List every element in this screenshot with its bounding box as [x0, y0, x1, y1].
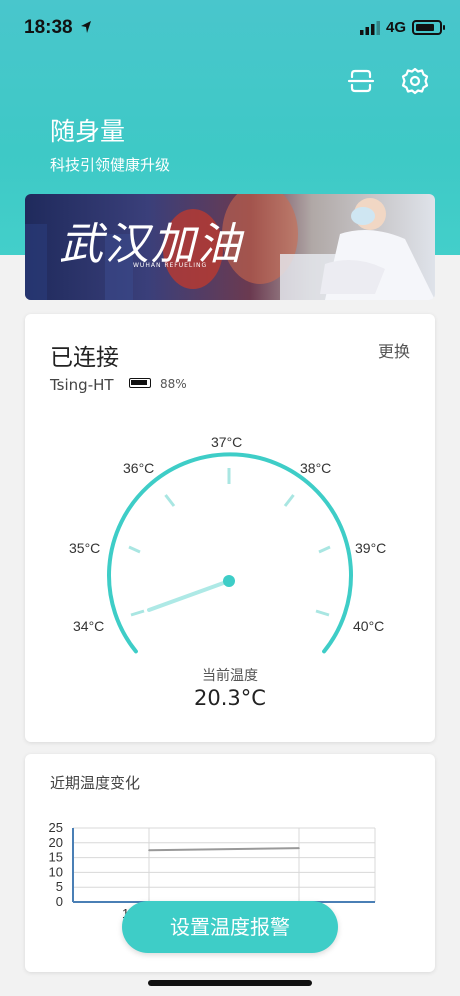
- scan-icon[interactable]: [346, 66, 376, 96]
- device-card: 已连接 更换 Tsing-HT 88% 34°C 35°C 36°C 37°C …: [25, 314, 435, 742]
- gauge-label-35: 35°C: [69, 540, 100, 556]
- gauge-tick: [315, 609, 330, 617]
- gauge-label-40: 40°C: [353, 618, 384, 634]
- series-line: [148, 847, 300, 852]
- signal-icon: [360, 21, 380, 35]
- current-temp-label: 当前温度: [202, 668, 258, 684]
- app-title: 随身量: [50, 117, 126, 146]
- gauge-pivot: [223, 575, 235, 587]
- gauge-tick: [128, 545, 141, 554]
- status-bar: 18:38 4G: [0, 0, 460, 56]
- home-indicator: [148, 980, 312, 986]
- y-tick-label: 10: [49, 864, 63, 879]
- data-point: [148, 849, 150, 851]
- battery-icon: [412, 20, 445, 35]
- gear-icon[interactable]: [400, 66, 430, 96]
- set-alarm-button[interactable]: 设置温度报警: [122, 901, 338, 953]
- gauge-needle: [147, 579, 231, 612]
- gauge-label-39: 39°C: [355, 540, 386, 556]
- network-type: 4G: [386, 19, 407, 36]
- y-tick-label: 15: [49, 850, 63, 865]
- app-subtitle: 科技引领健康升级: [50, 156, 171, 174]
- promo-banner[interactable]: 武汉加油 WUHAN REFUELING: [25, 194, 435, 300]
- data-point: [298, 847, 300, 849]
- gauge-label-34: 34°C: [73, 618, 104, 634]
- gauge-label-38: 38°C: [300, 460, 331, 476]
- location-arrow-icon: [81, 21, 91, 33]
- gauge-label-36: 36°C: [123, 460, 154, 476]
- status-time: 18:38: [24, 17, 73, 38]
- gauge-tick: [318, 545, 331, 554]
- temperature-gauge: 34°C 35°C 36°C 37°C 38°C 39°C 40°C: [69, 434, 386, 654]
- y-tick-label: 25: [49, 820, 63, 835]
- y-tick-label: 20: [49, 835, 63, 850]
- y-tick-label: 5: [56, 879, 63, 894]
- y-tick-label: 0: [56, 894, 63, 909]
- banner-subtext: WUHAN REFUELING: [133, 262, 208, 269]
- gauge-label-37: 37°C: [211, 434, 242, 450]
- gauge-tick: [130, 609, 145, 617]
- gauge-tick: [283, 494, 295, 507]
- gauge-tick: [164, 494, 176, 507]
- current-temp-value: 20.3°C: [194, 686, 266, 710]
